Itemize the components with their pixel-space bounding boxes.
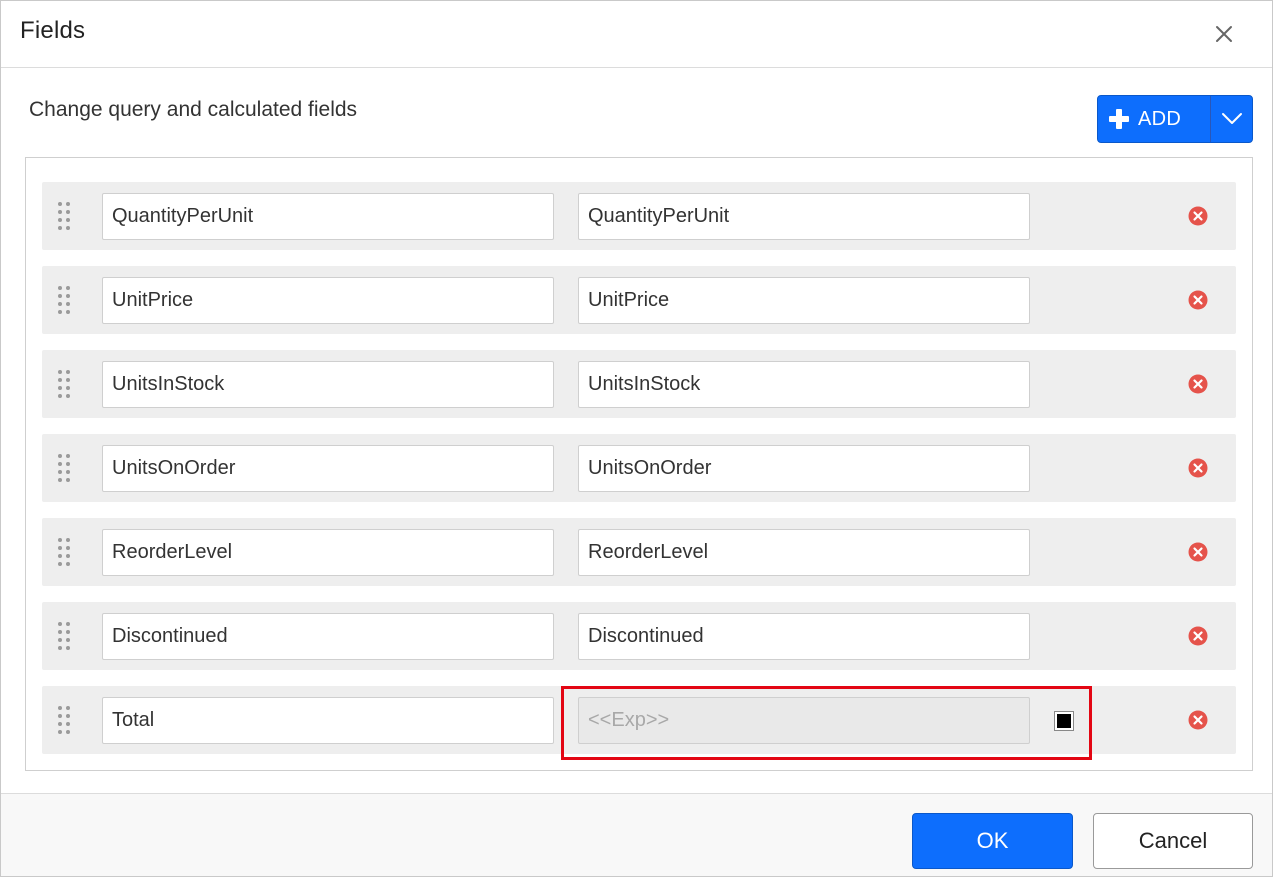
- add-dropdown-toggle[interactable]: [1211, 96, 1252, 142]
- dialog-footer: OK Cancel: [1, 793, 1272, 876]
- remove-field-icon[interactable]: [1188, 458, 1208, 478]
- field-row: [42, 266, 1236, 334]
- field-value-input[interactable]: [578, 361, 1030, 408]
- ok-button[interactable]: OK: [912, 813, 1073, 869]
- field-name-input[interactable]: [102, 445, 554, 492]
- add-button[interactable]: ADD: [1098, 96, 1210, 142]
- field-value-input[interactable]: [578, 277, 1030, 324]
- remove-field-icon[interactable]: [1188, 710, 1208, 730]
- field-name-input[interactable]: [102, 277, 554, 324]
- fields-panel: [25, 157, 1253, 771]
- remove-field-icon[interactable]: [1188, 542, 1208, 562]
- field-row: [42, 518, 1236, 586]
- close-icon: [1216, 26, 1232, 42]
- drag-handle-icon[interactable]: [57, 286, 73, 314]
- field-value-input[interactable]: [578, 445, 1030, 492]
- calculated-field-name-input[interactable]: [102, 697, 554, 744]
- drag-handle-icon[interactable]: [57, 622, 73, 650]
- dialog-header: Fields: [1, 1, 1272, 68]
- field-value-input[interactable]: [578, 613, 1030, 660]
- drag-handle-icon[interactable]: [57, 454, 73, 482]
- plus-icon: [1109, 109, 1129, 129]
- calculated-field-row: [42, 686, 1236, 754]
- field-row: [42, 602, 1236, 670]
- expression-input[interactable]: [578, 697, 1030, 744]
- add-split-button: ADD: [1097, 95, 1253, 143]
- dialog-subtitle: Change query and calculated fields: [29, 98, 358, 121]
- field-row: [42, 350, 1236, 418]
- field-value-input[interactable]: [578, 193, 1030, 240]
- remove-field-icon[interactable]: [1188, 290, 1208, 310]
- field-value-input[interactable]: [578, 529, 1030, 576]
- drag-handle-icon[interactable]: [57, 370, 73, 398]
- drag-handle-icon[interactable]: [57, 202, 73, 230]
- add-button-label: ADD: [1138, 107, 1182, 130]
- close-button[interactable]: [1209, 19, 1239, 49]
- field-name-input[interactable]: [102, 613, 554, 660]
- remove-field-icon[interactable]: [1188, 206, 1208, 226]
- drag-handle-icon[interactable]: [57, 706, 73, 734]
- field-name-input[interactable]: [102, 361, 554, 408]
- field-name-input[interactable]: [102, 529, 554, 576]
- cancel-button[interactable]: Cancel: [1093, 813, 1253, 869]
- dialog-title: Fields: [20, 17, 86, 44]
- remove-field-icon[interactable]: [1188, 374, 1208, 394]
- drag-handle-icon[interactable]: [57, 538, 73, 566]
- field-row: [42, 434, 1236, 502]
- chevron-down-icon: [1221, 113, 1242, 124]
- field-name-input[interactable]: [102, 193, 554, 240]
- field-row: [42, 182, 1236, 250]
- remove-field-icon[interactable]: [1188, 626, 1208, 646]
- fields-dialog: Fields Change query and calculated field…: [0, 0, 1273, 877]
- expression-editor-button[interactable]: [1054, 711, 1074, 731]
